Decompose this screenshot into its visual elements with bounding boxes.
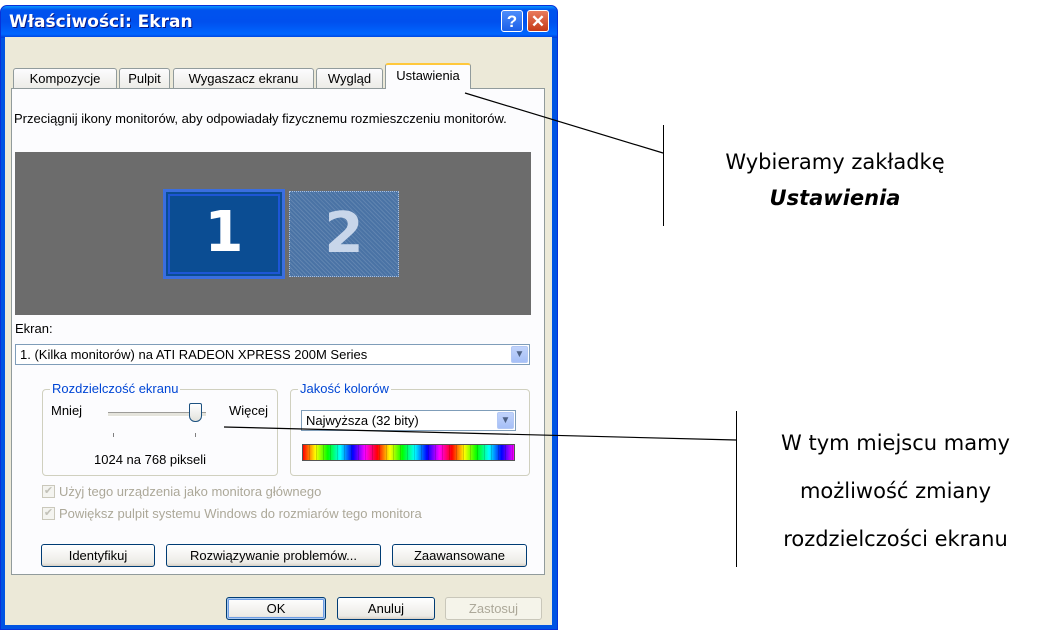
- resolution-note-bracket: [736, 411, 737, 567]
- tab-note-bracket: [663, 125, 664, 226]
- resolution-pointer-line: [223, 426, 737, 441]
- tab-note-line1: Wybieramy zakładkę: [725, 150, 945, 174]
- tab-pointer-line: [464, 92, 664, 154]
- tab-ustawienia[interactable]: Ustawienia: [385, 63, 471, 89]
- tab-label: Ustawienia: [396, 68, 460, 83]
- tab-note-line2: Ustawienia: [769, 186, 901, 210]
- res-note-line2: możliwość zmiany: [799, 479, 992, 503]
- res-note-line1: W tym miejscu mamy: [781, 431, 1010, 455]
- res-note-line3: rozdzielczości ekranu: [783, 527, 1008, 551]
